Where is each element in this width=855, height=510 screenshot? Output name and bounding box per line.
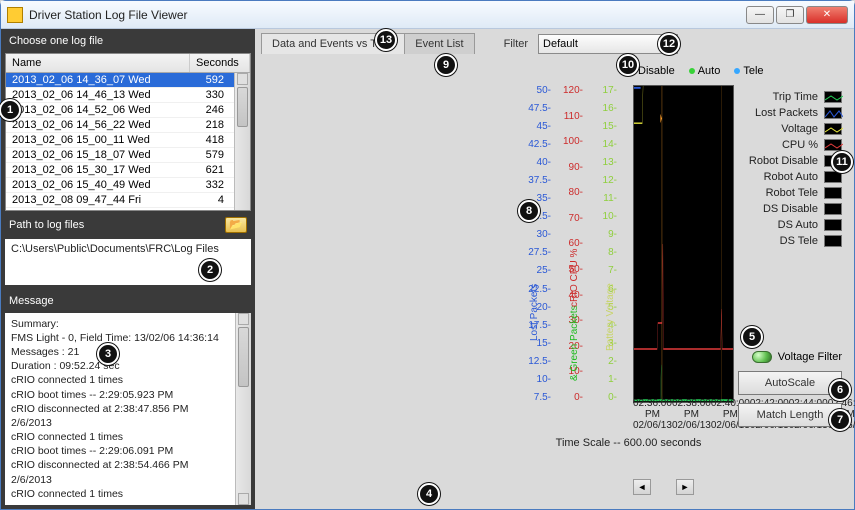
- filter-label: Filter: [504, 38, 528, 50]
- titlebar: Driver Station Log File Viewer — ❐ ✕: [1, 1, 854, 29]
- browse-folder-icon[interactable]: 📂: [225, 217, 247, 233]
- callout-13: 13: [375, 29, 397, 51]
- legend-robot-disable: Robot Disable: [749, 155, 818, 167]
- col-seconds[interactable]: Seconds: [190, 54, 250, 72]
- message-label: Message: [9, 295, 54, 307]
- table-row[interactable]: 2013_02_06 14_52_06 Wed246: [6, 103, 234, 118]
- legend-lost-packets: Lost Packets: [755, 107, 818, 119]
- app-window: Driver Station Log File Viewer — ❐ ✕ Cho…: [0, 0, 855, 510]
- legend-tele: Tele: [743, 65, 763, 77]
- callout-5: 5: [741, 326, 763, 348]
- table-row[interactable]: 2013_02_06 15_18_07 Wed579: [6, 148, 234, 163]
- voltage-filter-led[interactable]: [752, 351, 772, 363]
- plot-canvas[interactable]: [633, 85, 734, 403]
- path-header: Path to log files 📂: [1, 211, 255, 239]
- tab-event-list[interactable]: Event List: [404, 33, 474, 54]
- table-row[interactable]: 2013_02_06 15_40_49 Wed332: [6, 178, 234, 193]
- minimize-button[interactable]: —: [746, 6, 774, 24]
- path-label: Path to log files: [9, 219, 84, 231]
- table-row[interactable]: 2013_02_06 14_36_07 Wed592: [6, 73, 234, 88]
- legend-ds-tele: DS Tele: [780, 235, 818, 247]
- legend-ds-disable: DS Disable: [763, 203, 818, 215]
- callout-12: 12: [658, 33, 680, 55]
- choose-log-header: Choose one log file: [1, 29, 255, 53]
- series-legend: Trip Time Lost Packets Voltage CPU % Rob…: [738, 91, 842, 251]
- legend-robot-tele: Robot Tele: [766, 187, 818, 199]
- table-scrollbar[interactable]: [234, 73, 250, 211]
- callout-8: 8: [518, 200, 540, 222]
- legend-top: Disable Auto Tele Connect Radio+ Radio- …: [629, 65, 855, 77]
- callout-4: 4: [418, 483, 440, 505]
- match-length-button[interactable]: Match Length: [738, 403, 842, 427]
- time-scrollbar[interactable]: ◄ ►: [633, 479, 694, 495]
- legend-auto: Auto: [698, 65, 721, 77]
- callout-3: 3: [97, 343, 119, 365]
- message-scrollbar[interactable]: [235, 313, 251, 505]
- callout-6: 6: [829, 379, 851, 401]
- voltage-filter-label: Voltage Filter: [778, 351, 842, 363]
- callout-9: 9: [435, 54, 457, 76]
- message-header: Message: [1, 289, 255, 313]
- window-title: Driver Station Log File Viewer: [29, 8, 746, 22]
- ylabel-packets: & Green Packets: [569, 305, 580, 381]
- ylabel-battery: Battery Voltage: [605, 283, 616, 351]
- legend-voltage: Voltage: [781, 123, 818, 135]
- callout-1: 1: [0, 99, 21, 121]
- ylabel-lost: Lost Packets: [529, 284, 540, 341]
- autoscale-button[interactable]: AutoScale: [738, 371, 842, 395]
- filter-value: Default: [543, 38, 578, 50]
- legend-robot-auto: Robot Auto: [764, 171, 818, 183]
- choose-log-label: Choose one log file: [9, 35, 103, 47]
- legend-cpu: CPU %: [782, 139, 818, 151]
- message-box: Summary:FMS Light - 0, Field Time: 13/02…: [5, 313, 251, 505]
- right-panel: Data and Events vs Time Event List Filte…: [255, 29, 854, 509]
- callout-10: 10: [617, 54, 639, 76]
- callout-2: 2: [199, 259, 221, 281]
- legend-ds-auto: DS Auto: [778, 219, 818, 231]
- table-row[interactable]: 2013_02_06 15_30_17 Wed621: [6, 163, 234, 178]
- scroll-left-icon[interactable]: ◄: [633, 479, 651, 495]
- x-tick-labels: 02:36:00 PM02/06/1302:38:00 PM02/06/1302…: [633, 398, 734, 431]
- ylabel-cpu: cRIO CPU %: [569, 249, 580, 307]
- legend-trip-time: Trip Time: [773, 91, 818, 103]
- chart-area: 50-47.5-45-42.5-40-37.5-35-32.5-30-27.5-…: [523, 81, 734, 453]
- table-row[interactable]: 2013_02_08 09_47_44 Fri4: [6, 193, 234, 208]
- col-name[interactable]: Name: [6, 54, 190, 72]
- table-row[interactable]: 2013_02_06 14_56_22 Wed218: [6, 118, 234, 133]
- table-row[interactable]: 2013_02_06 14_46_13 Wed330: [6, 88, 234, 103]
- scroll-right-icon[interactable]: ►: [676, 479, 694, 495]
- maximize-button[interactable]: ❐: [776, 6, 804, 24]
- log-file-table[interactable]: Name Seconds 2013_02_06 14_36_07 Wed5922…: [5, 53, 251, 211]
- callout-7: 7: [829, 409, 851, 431]
- close-button[interactable]: ✕: [806, 6, 848, 24]
- callout-11: 11: [831, 151, 853, 173]
- legend-disable: Disable: [638, 65, 675, 77]
- table-row[interactable]: 2013_02_06 15_00_11 Wed418: [6, 133, 234, 148]
- x-axis-title: Time Scale -- 600.00 seconds: [523, 437, 734, 449]
- app-icon: [7, 7, 23, 23]
